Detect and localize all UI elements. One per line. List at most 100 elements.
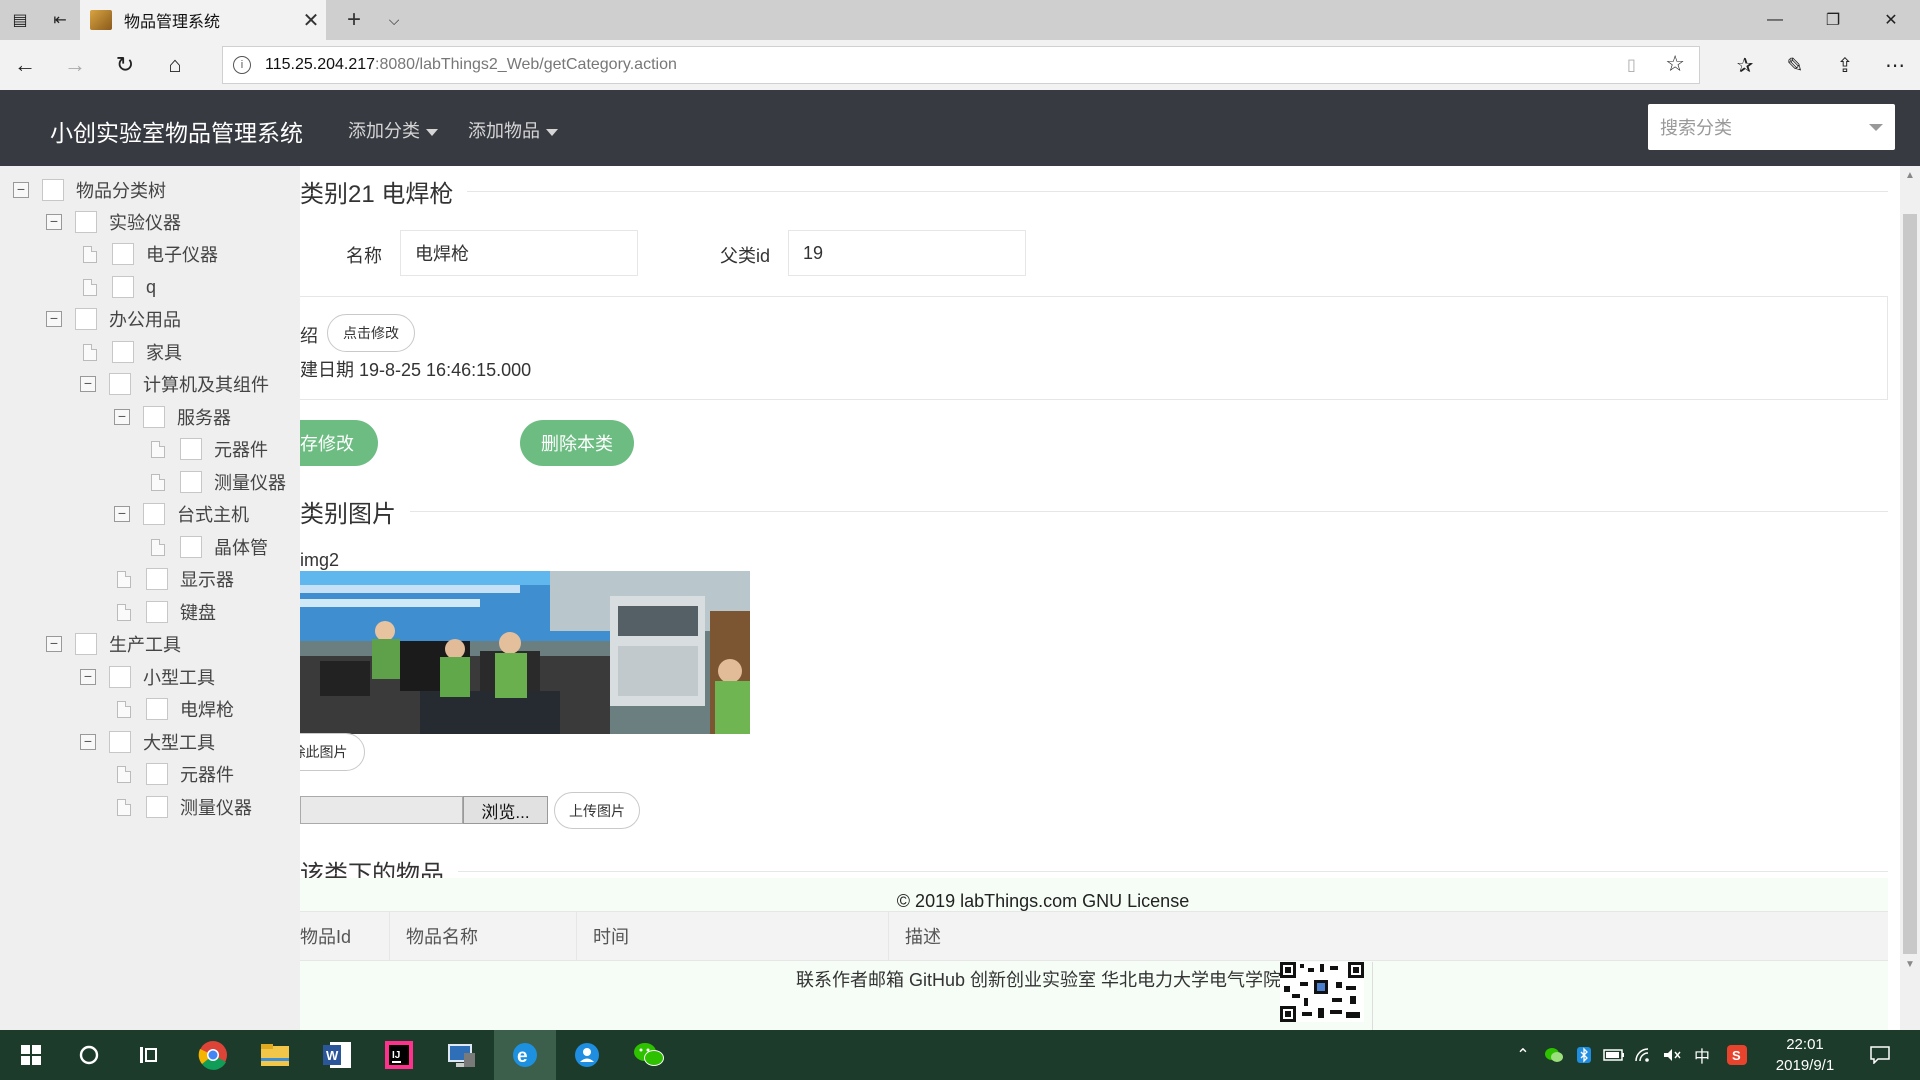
collapse-icon[interactable]: − xyxy=(13,182,29,198)
tree-checkbox[interactable] xyxy=(75,211,97,233)
scrollbar-thumb[interactable] xyxy=(1903,214,1917,954)
collapse-icon[interactable]: − xyxy=(114,409,130,425)
tree-checkbox[interactable] xyxy=(75,308,97,330)
more-icon[interactable]: ⋯ xyxy=(1870,40,1920,90)
system-clock[interactable]: 22:01 2019/9/1 xyxy=(1760,1034,1850,1076)
column-header[interactable]: 物品名称 xyxy=(390,912,577,960)
tree-checkbox[interactable] xyxy=(146,601,168,623)
upload-image-button[interactable]: 上传图片 xyxy=(554,792,640,829)
action-center-icon[interactable] xyxy=(1860,1030,1900,1080)
url-field[interactable]: i 115.25.204.217:8080/labThings2_Web/get… xyxy=(222,46,1700,84)
tab-preview-chevron-icon[interactable]: ⌵ xyxy=(378,0,410,40)
tree-node[interactable]: 显示器 xyxy=(116,564,234,594)
tree-checkbox[interactable] xyxy=(112,243,134,265)
tree-node[interactable]: 测量仪器 xyxy=(150,467,286,497)
set-aside-tabs-icon[interactable]: ⇤ xyxy=(40,0,80,40)
file-explorer-icon[interactable] xyxy=(244,1030,306,1080)
tree-checkbox[interactable] xyxy=(146,796,168,818)
add-item-menu[interactable]: 添加物品 xyxy=(468,117,558,143)
name-input[interactable]: 电焊枪 xyxy=(400,230,638,276)
remote-desktop-icon[interactable] xyxy=(430,1030,492,1080)
tree-node[interactable]: − 办公用品 xyxy=(46,304,181,334)
scroll-up-icon[interactable]: ▲ xyxy=(1900,166,1920,186)
tree-node[interactable]: − 台式主机 xyxy=(114,499,249,529)
favorite-star-icon[interactable]: ☆ xyxy=(1665,51,1685,77)
column-header[interactable]: 描述 xyxy=(889,912,1888,960)
collapse-icon[interactable]: − xyxy=(46,214,62,230)
site-info-icon[interactable]: i xyxy=(233,56,251,74)
sogou-input-icon[interactable]: S xyxy=(1722,1030,1752,1080)
delete-image-button[interactable]: 删除此图片 xyxy=(300,733,365,771)
tray-overflow-chevron-icon[interactable]: ⌃ xyxy=(1510,1030,1536,1080)
tree-checkbox[interactable] xyxy=(146,698,168,720)
add-category-menu[interactable]: 添加分类 xyxy=(348,117,438,143)
tree-checkbox[interactable] xyxy=(75,633,97,655)
restore-icon[interactable]: ❐ xyxy=(1804,0,1862,40)
new-tab-icon[interactable]: + xyxy=(338,0,370,40)
home-icon[interactable]: ⌂ xyxy=(150,40,200,90)
delete-category-button[interactable]: 删除本类 xyxy=(520,420,634,466)
tab-close-icon[interactable]: ✕ xyxy=(296,8,326,33)
window-close-icon[interactable]: ✕ xyxy=(1862,0,1920,40)
tree-node[interactable]: − 服务器 xyxy=(114,402,231,432)
tab-manager-icon[interactable]: ▤ xyxy=(0,0,40,40)
start-windows-icon[interactable] xyxy=(0,1030,62,1080)
word-icon[interactable]: W xyxy=(306,1030,368,1080)
collapse-icon[interactable]: − xyxy=(80,669,96,685)
tree-checkbox[interactable] xyxy=(109,731,131,753)
save-button[interactable]: 保存修改 xyxy=(300,420,378,466)
column-header[interactable]: 时间 xyxy=(577,912,889,960)
tree-node[interactable]: 元器件 xyxy=(116,759,234,789)
pen-icon[interactable]: ✎ xyxy=(1770,40,1820,90)
browse-button[interactable]: 浏览... xyxy=(463,796,548,824)
input-method-indicator[interactable]: 中 xyxy=(1688,1030,1716,1080)
file-path-field[interactable] xyxy=(300,796,463,824)
refresh-icon[interactable]: ↻ xyxy=(100,40,150,90)
tree-checkbox[interactable] xyxy=(146,568,168,590)
share-icon[interactable]: ⇪ xyxy=(1820,40,1870,90)
collapse-icon[interactable]: − xyxy=(46,636,62,652)
collapse-icon[interactable]: − xyxy=(114,506,130,522)
collapse-icon[interactable]: − xyxy=(80,734,96,750)
tree-node-root[interactable]: − 物品分类树 xyxy=(13,175,166,205)
favorites-icon[interactable]: ✰ xyxy=(1720,40,1770,90)
tree-checkbox[interactable] xyxy=(180,438,202,460)
intellij-icon[interactable]: IJ xyxy=(368,1030,430,1080)
browser-tab[interactable]: 物品管理系统 ✕ xyxy=(80,0,326,40)
minimize-icon[interactable]: — xyxy=(1746,0,1804,40)
cortana-search-icon[interactable] xyxy=(58,1030,120,1080)
tree-node[interactable]: 键盘 xyxy=(116,597,216,627)
tree-node[interactable]: 家具 xyxy=(82,337,182,367)
tree-checkbox[interactable] xyxy=(143,406,165,428)
forward-icon[interactable]: → xyxy=(50,40,100,90)
brand-title[interactable]: 小创实验室物品管理系统 xyxy=(50,114,303,148)
tree-checkbox[interactable] xyxy=(180,471,202,493)
tree-node[interactable]: − 生产工具 xyxy=(46,629,181,659)
wifi-icon[interactable] xyxy=(1630,1030,1658,1080)
tree-node[interactable]: − 计算机及其组件 xyxy=(80,369,269,399)
tree-node[interactable]: 晶体管 xyxy=(150,532,268,562)
tree-checkbox[interactable] xyxy=(112,341,134,363)
tree-checkbox[interactable] xyxy=(143,503,165,525)
tree-checkbox[interactable] xyxy=(109,373,131,395)
tree-node[interactable]: q xyxy=(82,272,156,302)
collapse-icon[interactable]: − xyxy=(80,376,96,392)
battery-icon[interactable] xyxy=(1600,1030,1628,1080)
category-search-select[interactable]: 搜索分类 xyxy=(1648,104,1895,150)
chrome-icon[interactable] xyxy=(182,1030,244,1080)
tree-node[interactable]: 电子仪器 xyxy=(82,239,218,269)
back-icon[interactable]: ← xyxy=(0,40,50,90)
collapse-icon[interactable]: − xyxy=(46,311,62,327)
tree-node[interactable]: − 大型工具 xyxy=(80,727,215,757)
tree-checkbox[interactable] xyxy=(42,179,64,201)
tree-checkbox[interactable] xyxy=(109,666,131,688)
tree-node[interactable]: 电焊枪 xyxy=(116,694,234,724)
parent-id-input[interactable]: 19 xyxy=(788,230,1026,276)
wechat-icon[interactable] xyxy=(618,1030,680,1080)
teamviewer-icon[interactable] xyxy=(556,1030,618,1080)
tree-checkbox[interactable] xyxy=(180,536,202,558)
edit-intro-button[interactable]: 点击修改 xyxy=(327,314,415,352)
task-view-icon[interactable] xyxy=(118,1030,180,1080)
contact-links[interactable]: 联系作者邮箱 GitHub 创新创业实验室 华北电力大学电气学院 xyxy=(796,966,1281,992)
tree-checkbox[interactable] xyxy=(112,276,134,298)
